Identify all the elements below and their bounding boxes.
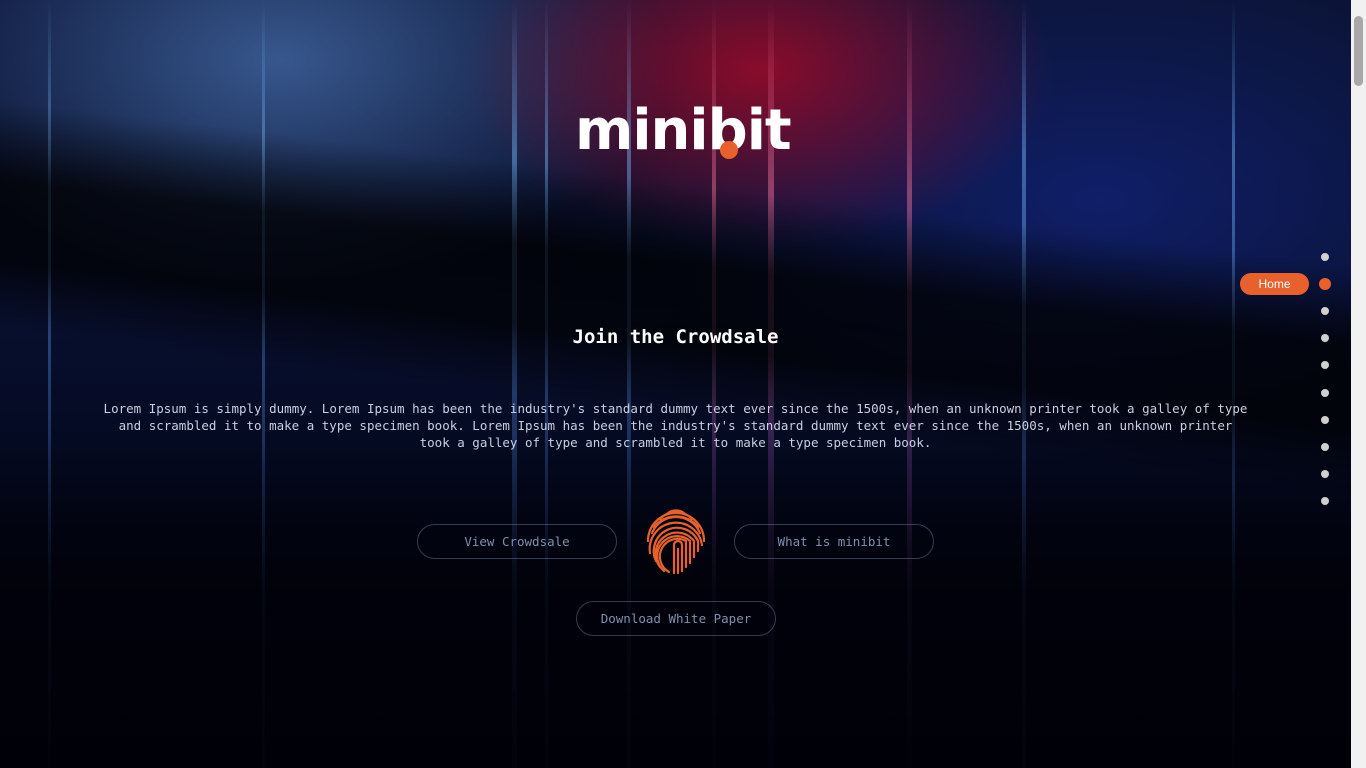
view-crowdsale-button[interactable]: View Crowdsale (417, 524, 617, 559)
what-is-minibit-button[interactable]: What is minibit (734, 524, 934, 559)
light-streak (907, 0, 912, 768)
section-nav-dot[interactable] (1321, 443, 1329, 451)
section-nav-dot[interactable] (1321, 307, 1329, 315)
logo-dot (720, 141, 738, 159)
logo-text: minibit (575, 98, 792, 163)
section-nav-dot[interactable] (1321, 334, 1329, 342)
light-streak (512, 0, 517, 768)
light-streak (545, 0, 548, 768)
section-nav-dot[interactable] (1321, 361, 1329, 369)
fingerprint-icon[interactable] (640, 505, 712, 577)
scrollbar[interactable] (1351, 0, 1366, 768)
light-streak (1022, 0, 1026, 768)
page: minibit Join the Crowdsale Lorem Ipsum i… (0, 0, 1366, 768)
light-streak (262, 0, 265, 768)
light-streak (1232, 0, 1235, 768)
section-nav-dot[interactable] (1321, 470, 1329, 478)
section-nav-dot[interactable] (1321, 416, 1329, 424)
brand-logo[interactable]: minibit (575, 100, 792, 162)
section-nav-dot[interactable] (1321, 497, 1329, 505)
light-streak (48, 0, 51, 768)
scrollbar-thumb[interactable] (1354, 16, 1363, 86)
download-white-paper-button[interactable]: Download White Paper (576, 601, 776, 636)
section-nav-dot[interactable] (1321, 389, 1329, 397)
section-nav-dot[interactable] (1321, 253, 1329, 261)
hero-description: Lorem Ipsum is simply dummy. Lorem Ipsum… (103, 401, 1248, 450)
section-nav-tooltip[interactable]: Home (1240, 273, 1309, 295)
section-nav-dot-active[interactable] (1319, 278, 1331, 290)
hero-title: Join the Crowdsale (572, 326, 779, 348)
section-nav (1318, 250, 1332, 510)
